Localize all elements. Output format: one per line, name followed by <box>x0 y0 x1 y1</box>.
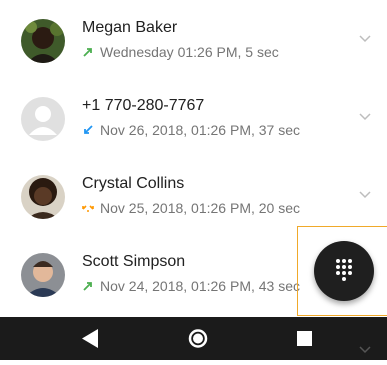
incoming-call-icon <box>84 125 93 134</box>
call-detail-text: Nov 25, 2018, 01:26 PM, 20 sec <box>100 200 301 216</box>
call-detail: Nov 26, 2018, 01:26 PM, 37 sec <box>82 122 300 138</box>
contact-name: +1 770-280-7767 <box>82 97 205 114</box>
call-detail-text: Nov 24, 2018, 01:26 PM, 43 sec <box>100 278 301 294</box>
back-button[interactable] <box>70 317 110 360</box>
contact-name: Megan Baker <box>82 19 178 36</box>
avatar[interactable] <box>21 253 65 297</box>
contact-name: Crystal Collins <box>82 175 185 192</box>
chevron-down-icon[interactable] <box>358 34 372 44</box>
call-log-item[interactable]: +1 770-280-7767 Nov 26, 2018, 01:26 PM, … <box>0 80 387 158</box>
call-detail: Nov 25, 2018, 01:26 PM, 20 sec <box>82 200 300 216</box>
call-detail-text: Wednesday 01:26 PM, 5 sec <box>100 44 279 60</box>
system-navigation-bar <box>0 317 387 360</box>
call-log-item[interactable]: Crystal Collins Nov 25, 2018, 01:26 PM, … <box>0 158 387 236</box>
chevron-down-icon[interactable] <box>358 190 372 200</box>
dialpad-icon <box>336 259 352 281</box>
contact-name: Scott Simpson <box>82 253 186 270</box>
call-detail: Wednesday 01:26 PM, 5 sec <box>82 44 279 60</box>
call-detail-text: Nov 26, 2018, 01:26 PM, 37 sec <box>100 122 301 138</box>
recents-button[interactable] <box>285 317 325 360</box>
avatar[interactable] <box>21 97 65 141</box>
recents-square-icon <box>297 331 312 346</box>
avatar[interactable] <box>21 19 65 63</box>
call-detail: Nov 24, 2018, 01:26 PM, 43 sec <box>82 278 300 294</box>
outgoing-call-icon <box>83 282 92 291</box>
home-circle-icon <box>188 329 208 348</box>
chevron-down-icon[interactable] <box>358 345 372 355</box>
outgoing-call-icon <box>83 48 92 57</box>
chevron-down-icon[interactable] <box>358 112 372 122</box>
avatar[interactable] <box>21 175 65 219</box>
dialpad-button[interactable] <box>314 241 374 301</box>
back-triangle-icon <box>82 329 98 348</box>
home-button[interactable] <box>178 317 218 360</box>
conference-call-icon <box>82 205 94 212</box>
call-log-item[interactable]: Megan Baker Wednesday 01:26 PM, 5 sec <box>0 2 387 80</box>
